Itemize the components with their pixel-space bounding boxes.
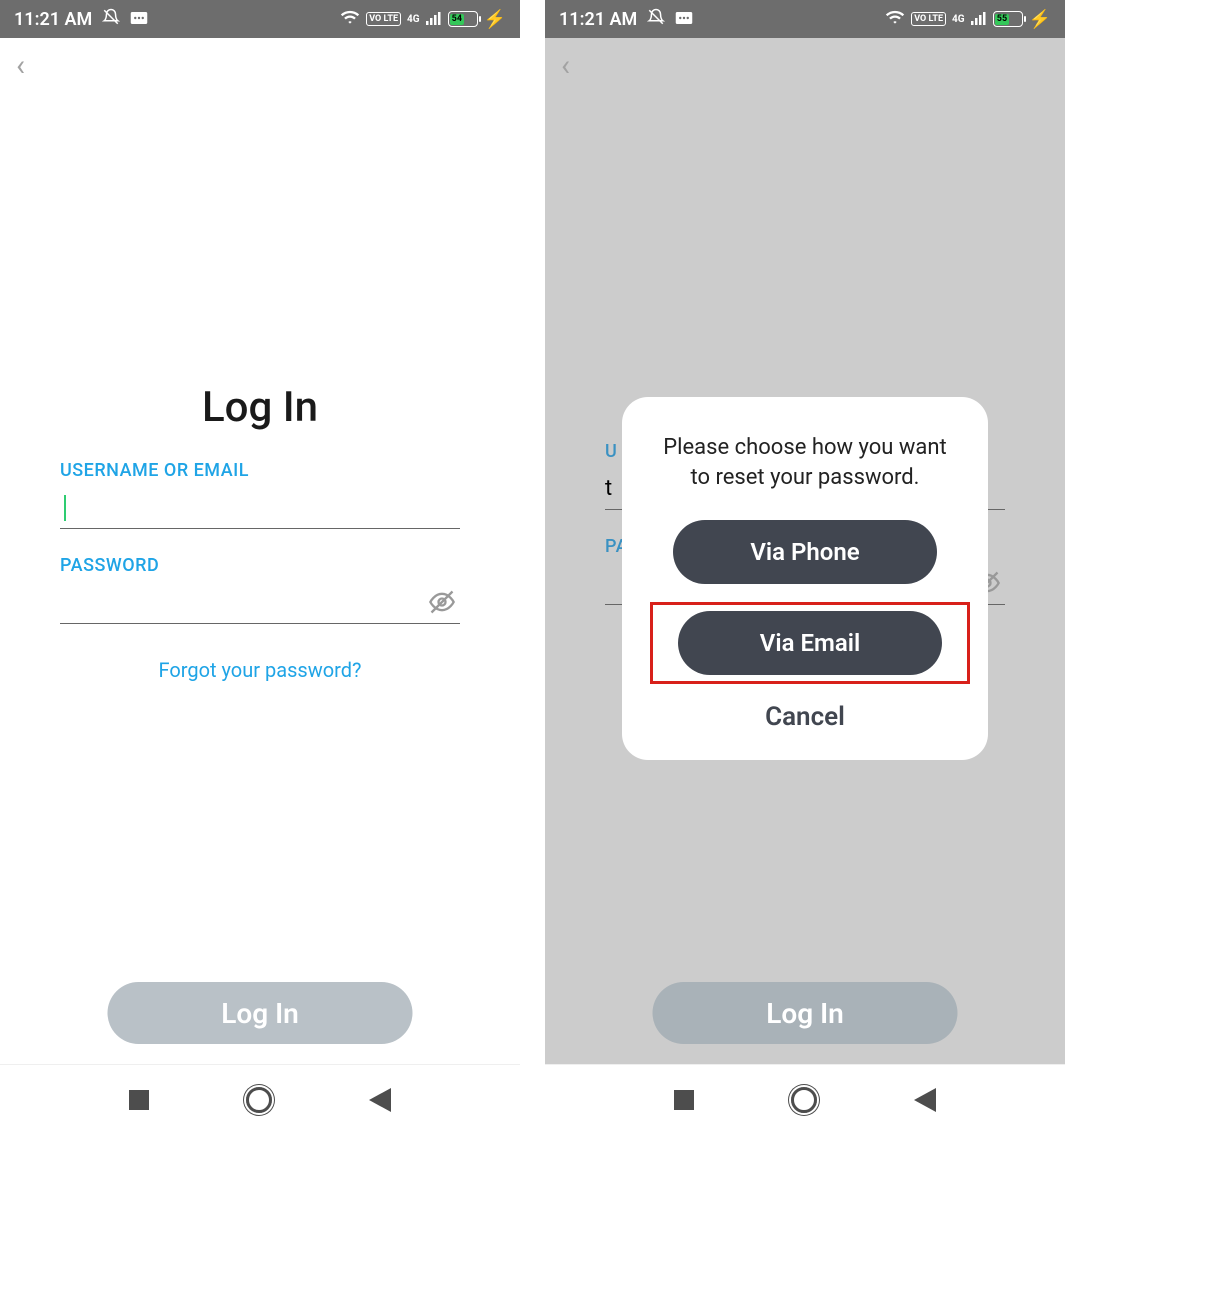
battery-icon: 55 bbox=[993, 11, 1023, 27]
back-icon[interactable]: ‹ bbox=[561, 51, 570, 81]
wifi-icon bbox=[340, 9, 360, 30]
back-icon[interactable]: ‹ bbox=[16, 51, 25, 81]
nav-back-icon[interactable] bbox=[369, 1088, 391, 1112]
username-label: USERNAME OR EMAIL bbox=[60, 460, 460, 481]
battery-icon: 54 bbox=[448, 11, 478, 27]
app-header: ‹ bbox=[545, 38, 1065, 93]
status-bar: 11:21 AM VO LTE 4G 55 ⚡ bbox=[545, 0, 1065, 38]
battery-level: 54 bbox=[450, 14, 464, 25]
login-screen: Log In USERNAME OR EMAIL PASSWORD Forgot… bbox=[0, 93, 520, 1064]
password-input[interactable] bbox=[60, 582, 460, 624]
highlight-annotation: Via Email bbox=[650, 602, 970, 684]
nav-home-icon[interactable] bbox=[246, 1087, 272, 1113]
via-phone-button[interactable]: Via Phone bbox=[673, 520, 937, 584]
via-email-button[interactable]: Via Email bbox=[678, 611, 942, 675]
network-label: 4G bbox=[407, 14, 420, 25]
network-label: 4G bbox=[952, 14, 965, 25]
mute-icon bbox=[102, 8, 120, 31]
android-nav-bar bbox=[545, 1064, 1065, 1134]
mute-icon bbox=[647, 8, 665, 31]
eye-off-icon[interactable] bbox=[428, 588, 456, 622]
wifi-icon bbox=[885, 9, 905, 30]
status-bar: 11:21 AM VO LTE 4G 54 ⚡ bbox=[0, 0, 520, 38]
nav-recents-icon[interactable] bbox=[674, 1090, 694, 1110]
battery-level: 55 bbox=[995, 14, 1009, 25]
reset-password-modal: Please choose how you want to reset your… bbox=[622, 397, 988, 760]
nav-recents-icon[interactable] bbox=[129, 1090, 149, 1110]
login-button[interactable]: Log In bbox=[653, 982, 958, 1044]
volte-icon: VO LTE bbox=[911, 12, 946, 26]
message-icon bbox=[130, 9, 148, 30]
nav-home-icon[interactable] bbox=[791, 1087, 817, 1113]
signal-icon bbox=[426, 9, 442, 30]
cancel-button[interactable]: Cancel bbox=[650, 702, 960, 732]
charging-icon: ⚡ bbox=[484, 9, 506, 30]
username-value: t bbox=[605, 476, 612, 501]
modal-title: Please choose how you want to reset your… bbox=[650, 433, 960, 492]
volte-icon: VO LTE bbox=[366, 12, 401, 26]
android-nav-bar bbox=[0, 1064, 520, 1134]
message-icon bbox=[675, 9, 693, 30]
phone-right-screenshot: 11:21 AM VO LTE 4G 55 ⚡ ‹ bbox=[545, 0, 1065, 1134]
nav-back-icon[interactable] bbox=[914, 1088, 936, 1112]
username-input[interactable] bbox=[60, 487, 460, 529]
status-time: 11:21 AM bbox=[14, 9, 92, 30]
signal-icon bbox=[971, 9, 987, 30]
password-label: PASSWORD bbox=[60, 555, 460, 576]
charging-icon: ⚡ bbox=[1029, 9, 1051, 30]
phone-left-screenshot: 11:21 AM VO LTE 4G 54 ⚡ ‹ Log I bbox=[0, 0, 520, 1134]
app-header: ‹ bbox=[0, 38, 520, 93]
status-time: 11:21 AM bbox=[559, 9, 637, 30]
page-title: Log In bbox=[60, 383, 460, 432]
forgot-password-link[interactable]: Forgot your password? bbox=[60, 658, 460, 682]
text-cursor bbox=[64, 495, 66, 521]
login-button[interactable]: Log In bbox=[108, 982, 413, 1044]
